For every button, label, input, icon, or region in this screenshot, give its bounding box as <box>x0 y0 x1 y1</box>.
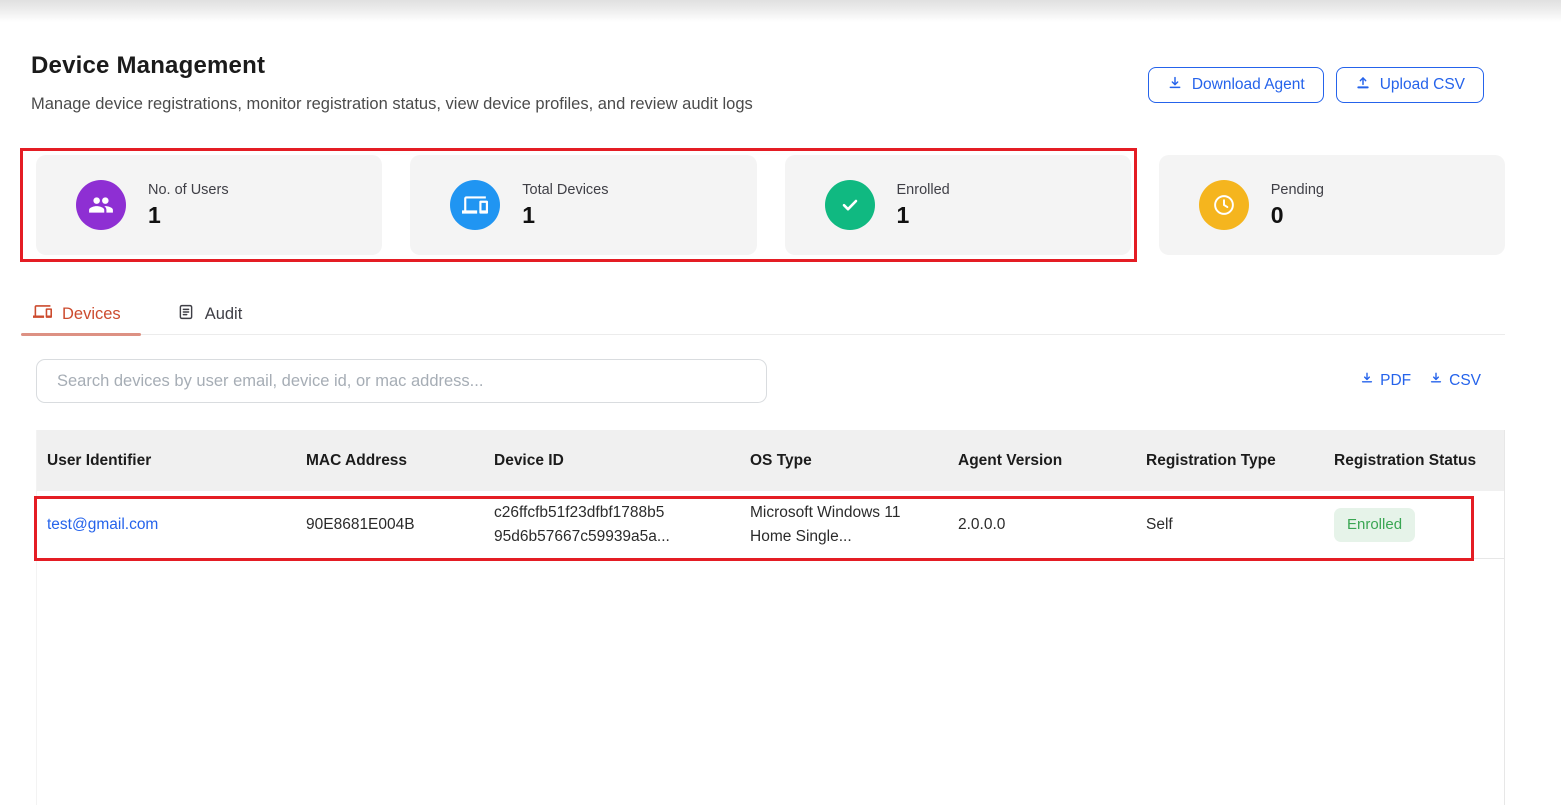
download-agent-label: Download Agent <box>1192 76 1305 94</box>
column-header-mac-address: MAC Address <box>296 452 484 470</box>
tab-devices-label: Devices <box>62 305 121 324</box>
export-csv-label: CSV <box>1449 372 1481 390</box>
stat-card-pending: Pending 0 <box>1159 155 1505 255</box>
stat-value: 1 <box>897 202 950 229</box>
export-pdf-link[interactable]: PDF <box>1360 371 1411 390</box>
devices-table: User Identifier MAC Address Device ID OS… <box>36 430 1505 805</box>
device-id-line2: 95d6b57667c59939a5a... <box>494 525 740 549</box>
tab-devices[interactable]: Devices <box>31 290 123 334</box>
stat-card-users: No. of Users 1 <box>36 155 382 255</box>
download-icon <box>1167 75 1183 96</box>
os-type-line1: Microsoft Windows 11 <box>750 501 948 525</box>
stat-label: Enrolled <box>897 182 950 198</box>
tab-audit-label: Audit <box>205 305 243 324</box>
users-icon <box>76 180 126 230</box>
stat-value: 1 <box>522 202 608 229</box>
audit-tab-icon <box>177 303 195 326</box>
cell-agent-version: 2.0.0.0 <box>948 513 1136 537</box>
download-icon <box>1429 371 1443 390</box>
header-actions: Download Agent Upload CSV <box>1148 67 1484 103</box>
cell-device-id: c26ffcfb51f23dfbf1788b5 95d6b57667c59939… <box>484 501 740 549</box>
column-header-os-type: OS Type <box>740 452 948 470</box>
user-email-link[interactable]: test@gmail.com <box>47 516 158 533</box>
table-row: test@gmail.com 90E8681E004B c26ffcfb51f2… <box>37 491 1504 559</box>
stat-label: Total Devices <box>522 182 608 198</box>
devices-tab-icon <box>33 302 52 326</box>
upload-icon <box>1355 75 1371 96</box>
active-tab-underline <box>21 333 141 337</box>
download-agent-button[interactable]: Download Agent <box>1148 67 1324 103</box>
upload-csv-label: Upload CSV <box>1380 76 1465 94</box>
stats-row: No. of Users 1 Total Devices 1 Enrolled … <box>36 155 1505 255</box>
os-type-line2: Home Single... <box>750 525 948 549</box>
tab-bar: Devices Audit <box>31 290 1505 335</box>
upload-csv-button[interactable]: Upload CSV <box>1336 67 1484 103</box>
column-header-user-identifier: User Identifier <box>37 452 296 470</box>
page-subtitle: Manage device registrations, monitor reg… <box>31 95 753 114</box>
clock-icon <box>1199 180 1249 230</box>
column-header-device-id: Device ID <box>484 452 740 470</box>
search-input[interactable] <box>36 359 767 403</box>
stat-label: No. of Users <box>148 182 229 198</box>
devices-icon <box>450 180 500 230</box>
table-header-row: User Identifier MAC Address Device ID OS… <box>37 430 1504 491</box>
stat-card-total-devices: Total Devices 1 <box>410 155 756 255</box>
export-pdf-label: PDF <box>1380 372 1411 390</box>
stat-value: 0 <box>1271 202 1324 229</box>
device-id-line1: c26ffcfb51f23dfbf1788b5 <box>494 501 740 525</box>
tab-audit[interactable]: Audit <box>175 290 245 334</box>
page-title: Device Management <box>31 52 265 80</box>
column-header-registration-type: Registration Type <box>1136 452 1324 470</box>
cell-mac-address: 90E8681E004B <box>296 513 484 537</box>
export-links: PDF CSV <box>1360 371 1481 390</box>
download-icon <box>1360 371 1374 390</box>
top-scroll-shadow <box>0 0 1561 22</box>
stat-card-enrolled: Enrolled 1 <box>785 155 1131 255</box>
cell-registration-status: Enrolled <box>1324 508 1506 542</box>
column-header-agent-version: Agent Version <box>948 452 1136 470</box>
cell-user-identifier: test@gmail.com <box>37 513 296 537</box>
export-csv-link[interactable]: CSV <box>1429 371 1481 390</box>
check-circle-icon <box>825 180 875 230</box>
cell-os-type: Microsoft Windows 11 Home Single... <box>740 501 948 549</box>
column-header-registration-status: Registration Status <box>1324 452 1506 470</box>
cell-registration-type: Self <box>1136 513 1324 537</box>
stat-value: 1 <box>148 202 229 229</box>
stat-label: Pending <box>1271 182 1324 198</box>
status-badge: Enrolled <box>1334 508 1415 542</box>
